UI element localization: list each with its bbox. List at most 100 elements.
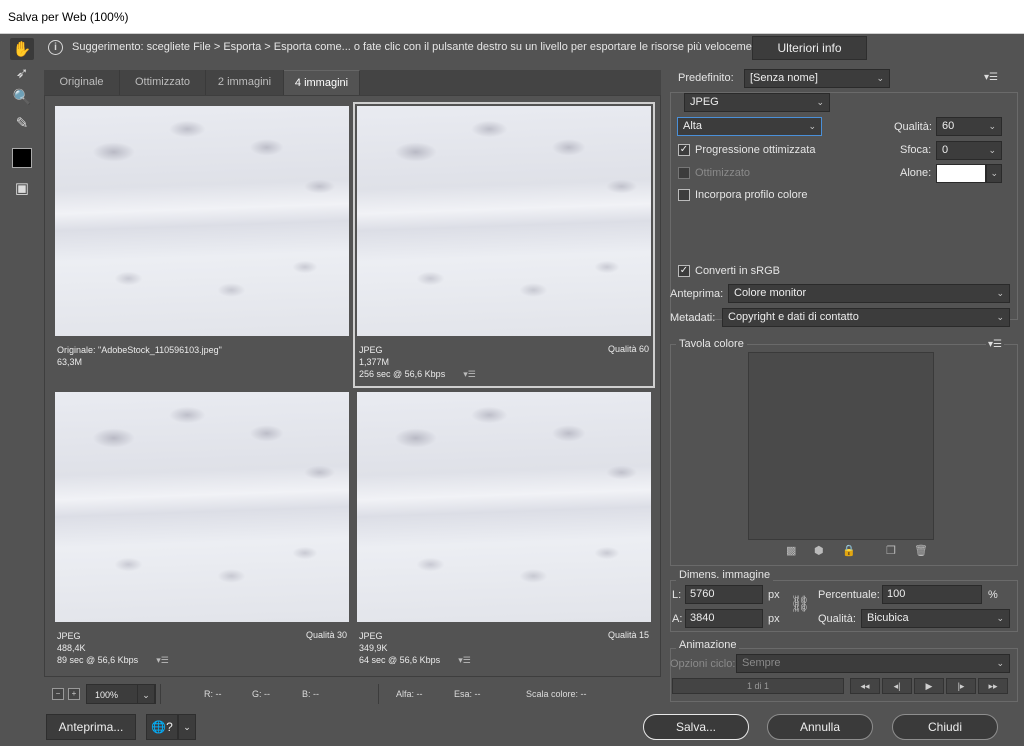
pane-info-line: JPEG	[359, 631, 383, 641]
preview-area: Originale: "AdobeStock_110596103.jpeg" 6…	[44, 95, 661, 677]
quality-preset-value: Alta	[683, 120, 702, 132]
preview-pane-original[interactable]: Originale: "AdobeStock_110596103.jpeg" 6…	[53, 104, 351, 386]
quality-preset-select[interactable]: Alta ⌄	[677, 117, 822, 136]
embed-profile-checkbox[interactable]	[678, 189, 690, 201]
pane-info: JPEG 488,4K 89 sec @ 56,6 Kbps ▾☰	[57, 630, 347, 666]
preview-pane-quality-30[interactable]: JPEG 488,4K 89 sec @ 56,6 Kbps ▾☰ Qualità…	[53, 390, 351, 672]
percent-unit: %	[988, 589, 998, 601]
trash-icon[interactable]: 🗑	[914, 544, 928, 557]
eyedropper-color-swatch[interactable]	[12, 148, 32, 168]
pane-menu-icon[interactable]: ▾☰	[463, 369, 476, 379]
chevron-down-icon: ⌄	[808, 121, 816, 131]
tab-4-up[interactable]: 4 immagini	[284, 70, 360, 95]
preview-image[interactable]	[55, 106, 349, 336]
pane-info-line: 349,9K	[359, 643, 388, 653]
pane-menu-icon[interactable]: ▾☰	[458, 655, 471, 665]
resample-quality-select[interactable]: Bicubica ⌄	[861, 609, 1010, 628]
pane-quality-label: Qualità 30	[305, 630, 347, 640]
eyedropper-tool-icon[interactable]: ✎	[10, 112, 34, 134]
animation-controls: ◂◂ ◂| ▶ |▸ ▸▸	[850, 678, 1010, 694]
format-select[interactable]: JPEG ⌄	[684, 93, 830, 112]
width-label: L:	[672, 589, 682, 601]
preview-pane-quality-60[interactable]: JPEG 1,377M 256 sec @ 56,6 Kbps ▾☰ Qualit…	[353, 102, 655, 388]
panel-menu-icon[interactable]: ▾☰	[984, 72, 998, 83]
slice-select-tool-icon[interactable]: ➶	[10, 62, 34, 84]
quality-input[interactable]: 60 ⌄	[936, 117, 1002, 136]
tab-2-up[interactable]: 2 immagini	[206, 70, 284, 95]
tab-optimized[interactable]: Ottimizzato	[120, 70, 206, 95]
color-scale-readout: Scala colore: --	[526, 689, 587, 699]
link-constrain-icon[interactable]: ⛓	[790, 594, 810, 614]
loop-options-label: Opzioni ciclo:	[670, 658, 736, 670]
browser-select-button[interactable]: 🌐?	[146, 714, 178, 740]
pane-info-line: 488,4K	[57, 643, 86, 653]
optimized-label: Ottimizzato	[695, 167, 751, 179]
cancel-button[interactable]: Annulla	[767, 714, 873, 740]
width-input[interactable]: 5760	[685, 585, 763, 604]
height-unit: px	[768, 613, 780, 625]
browser-dropdown-icon[interactable]: ⌄	[178, 714, 196, 740]
pane-info-line: 64 sec @ 56,6 Kbps	[359, 655, 441, 665]
tab-original[interactable]: Originale	[44, 70, 120, 95]
matte-dropdown[interactable]: ⌄	[986, 164, 1002, 183]
blur-input[interactable]: 0 ⌄	[936, 141, 1002, 160]
pane-info-line: JPEG	[359, 345, 383, 355]
last-frame-icon[interactable]: ▸▸	[978, 678, 1008, 694]
preset-select[interactable]: [Senza nome] ⌄	[744, 69, 890, 88]
zoom-out-icon[interactable]: −	[52, 688, 64, 700]
red-readout: R: --	[204, 689, 222, 699]
quality-label: Qualità:	[894, 121, 932, 133]
close-button[interactable]: Chiudi	[892, 714, 998, 740]
preview-image[interactable]	[55, 392, 349, 622]
width-unit: px	[768, 589, 780, 601]
pane-info-line: 89 sec @ 56,6 Kbps	[57, 655, 139, 665]
matte-color-swatch[interactable]	[936, 164, 986, 183]
frame-counter: 1 di 1	[672, 678, 844, 694]
previous-frame-icon[interactable]: ◂|	[882, 678, 912, 694]
preview-in-browser-button[interactable]: Anteprima...	[46, 714, 136, 740]
hint-text: Suggerimento: scegliete File > Esporta >…	[72, 41, 768, 53]
resample-quality-label: Qualità:	[818, 613, 856, 625]
metadata-label: Metadati:	[670, 312, 716, 324]
settings-panel: Predefinito: [Senza nome] ⌄ ▾☰ JPEG ⌄ Alta…	[664, 64, 1024, 704]
green-readout: G: --	[252, 689, 270, 699]
new-color-icon[interactable]: ❐	[886, 544, 896, 557]
zoom-tool-icon[interactable]: 🔍	[10, 86, 34, 108]
divider	[378, 684, 379, 704]
divider	[160, 684, 161, 704]
chevron-down-icon: ⌄	[988, 145, 996, 155]
preset-label: Predefinito:	[678, 72, 734, 84]
play-icon[interactable]: ▶	[914, 678, 944, 694]
toggle-slices-icon[interactable]: ▣	[10, 177, 34, 199]
preview-image[interactable]	[357, 106, 651, 336]
next-frame-icon[interactable]: |▸	[946, 678, 976, 694]
color-table-grid[interactable]	[748, 352, 934, 540]
more-info-button[interactable]: Ulteriori info	[752, 36, 867, 60]
progressive-checkbox[interactable]: ✓	[678, 144, 690, 156]
map-color-icon[interactable]: ▩	[786, 544, 796, 557]
lock-icon[interactable]: 🔒	[842, 544, 856, 557]
first-frame-icon[interactable]: ◂◂	[850, 678, 880, 694]
metadata-select[interactable]: Copyright e dati di contatto ⌄	[722, 308, 1010, 327]
blur-label: Sfoca:	[900, 144, 932, 156]
convert-srgb-checkbox[interactable]: ✓	[678, 265, 690, 277]
zoom-in-icon[interactable]: +	[68, 688, 80, 700]
hex-readout: Esa: --	[454, 689, 481, 699]
optimized-checkbox[interactable]	[678, 167, 690, 179]
height-input[interactable]: 3840	[685, 609, 763, 628]
loop-options-select[interactable]: Sempre ⌄	[736, 654, 1010, 673]
preview-image[interactable]	[357, 392, 651, 622]
web-shift-icon[interactable]: ⬢	[814, 544, 824, 557]
color-table-menu-icon[interactable]: ▾☰	[986, 339, 1004, 350]
percent-input[interactable]: 100	[882, 585, 982, 604]
chevron-down-icon: ⌄	[876, 73, 884, 83]
chevron-down-icon: ⌄	[990, 168, 998, 178]
zoom-dropdown-icon[interactable]: ⌄	[137, 684, 155, 704]
pane-info-line: 63,3M	[57, 357, 83, 367]
preview-mode-select[interactable]: Colore monitor ⌄	[728, 284, 1010, 303]
save-button[interactable]: Salva...	[643, 714, 749, 740]
hand-tool-icon[interactable]: ✋	[10, 38, 34, 60]
pane-info: JPEG 349,9K 64 sec @ 56,6 Kbps ▾☰	[359, 630, 649, 666]
pane-menu-icon[interactable]: ▾☰	[156, 655, 169, 665]
preview-pane-quality-15[interactable]: JPEG 349,9K 64 sec @ 56,6 Kbps ▾☰ Qualità…	[355, 390, 653, 672]
